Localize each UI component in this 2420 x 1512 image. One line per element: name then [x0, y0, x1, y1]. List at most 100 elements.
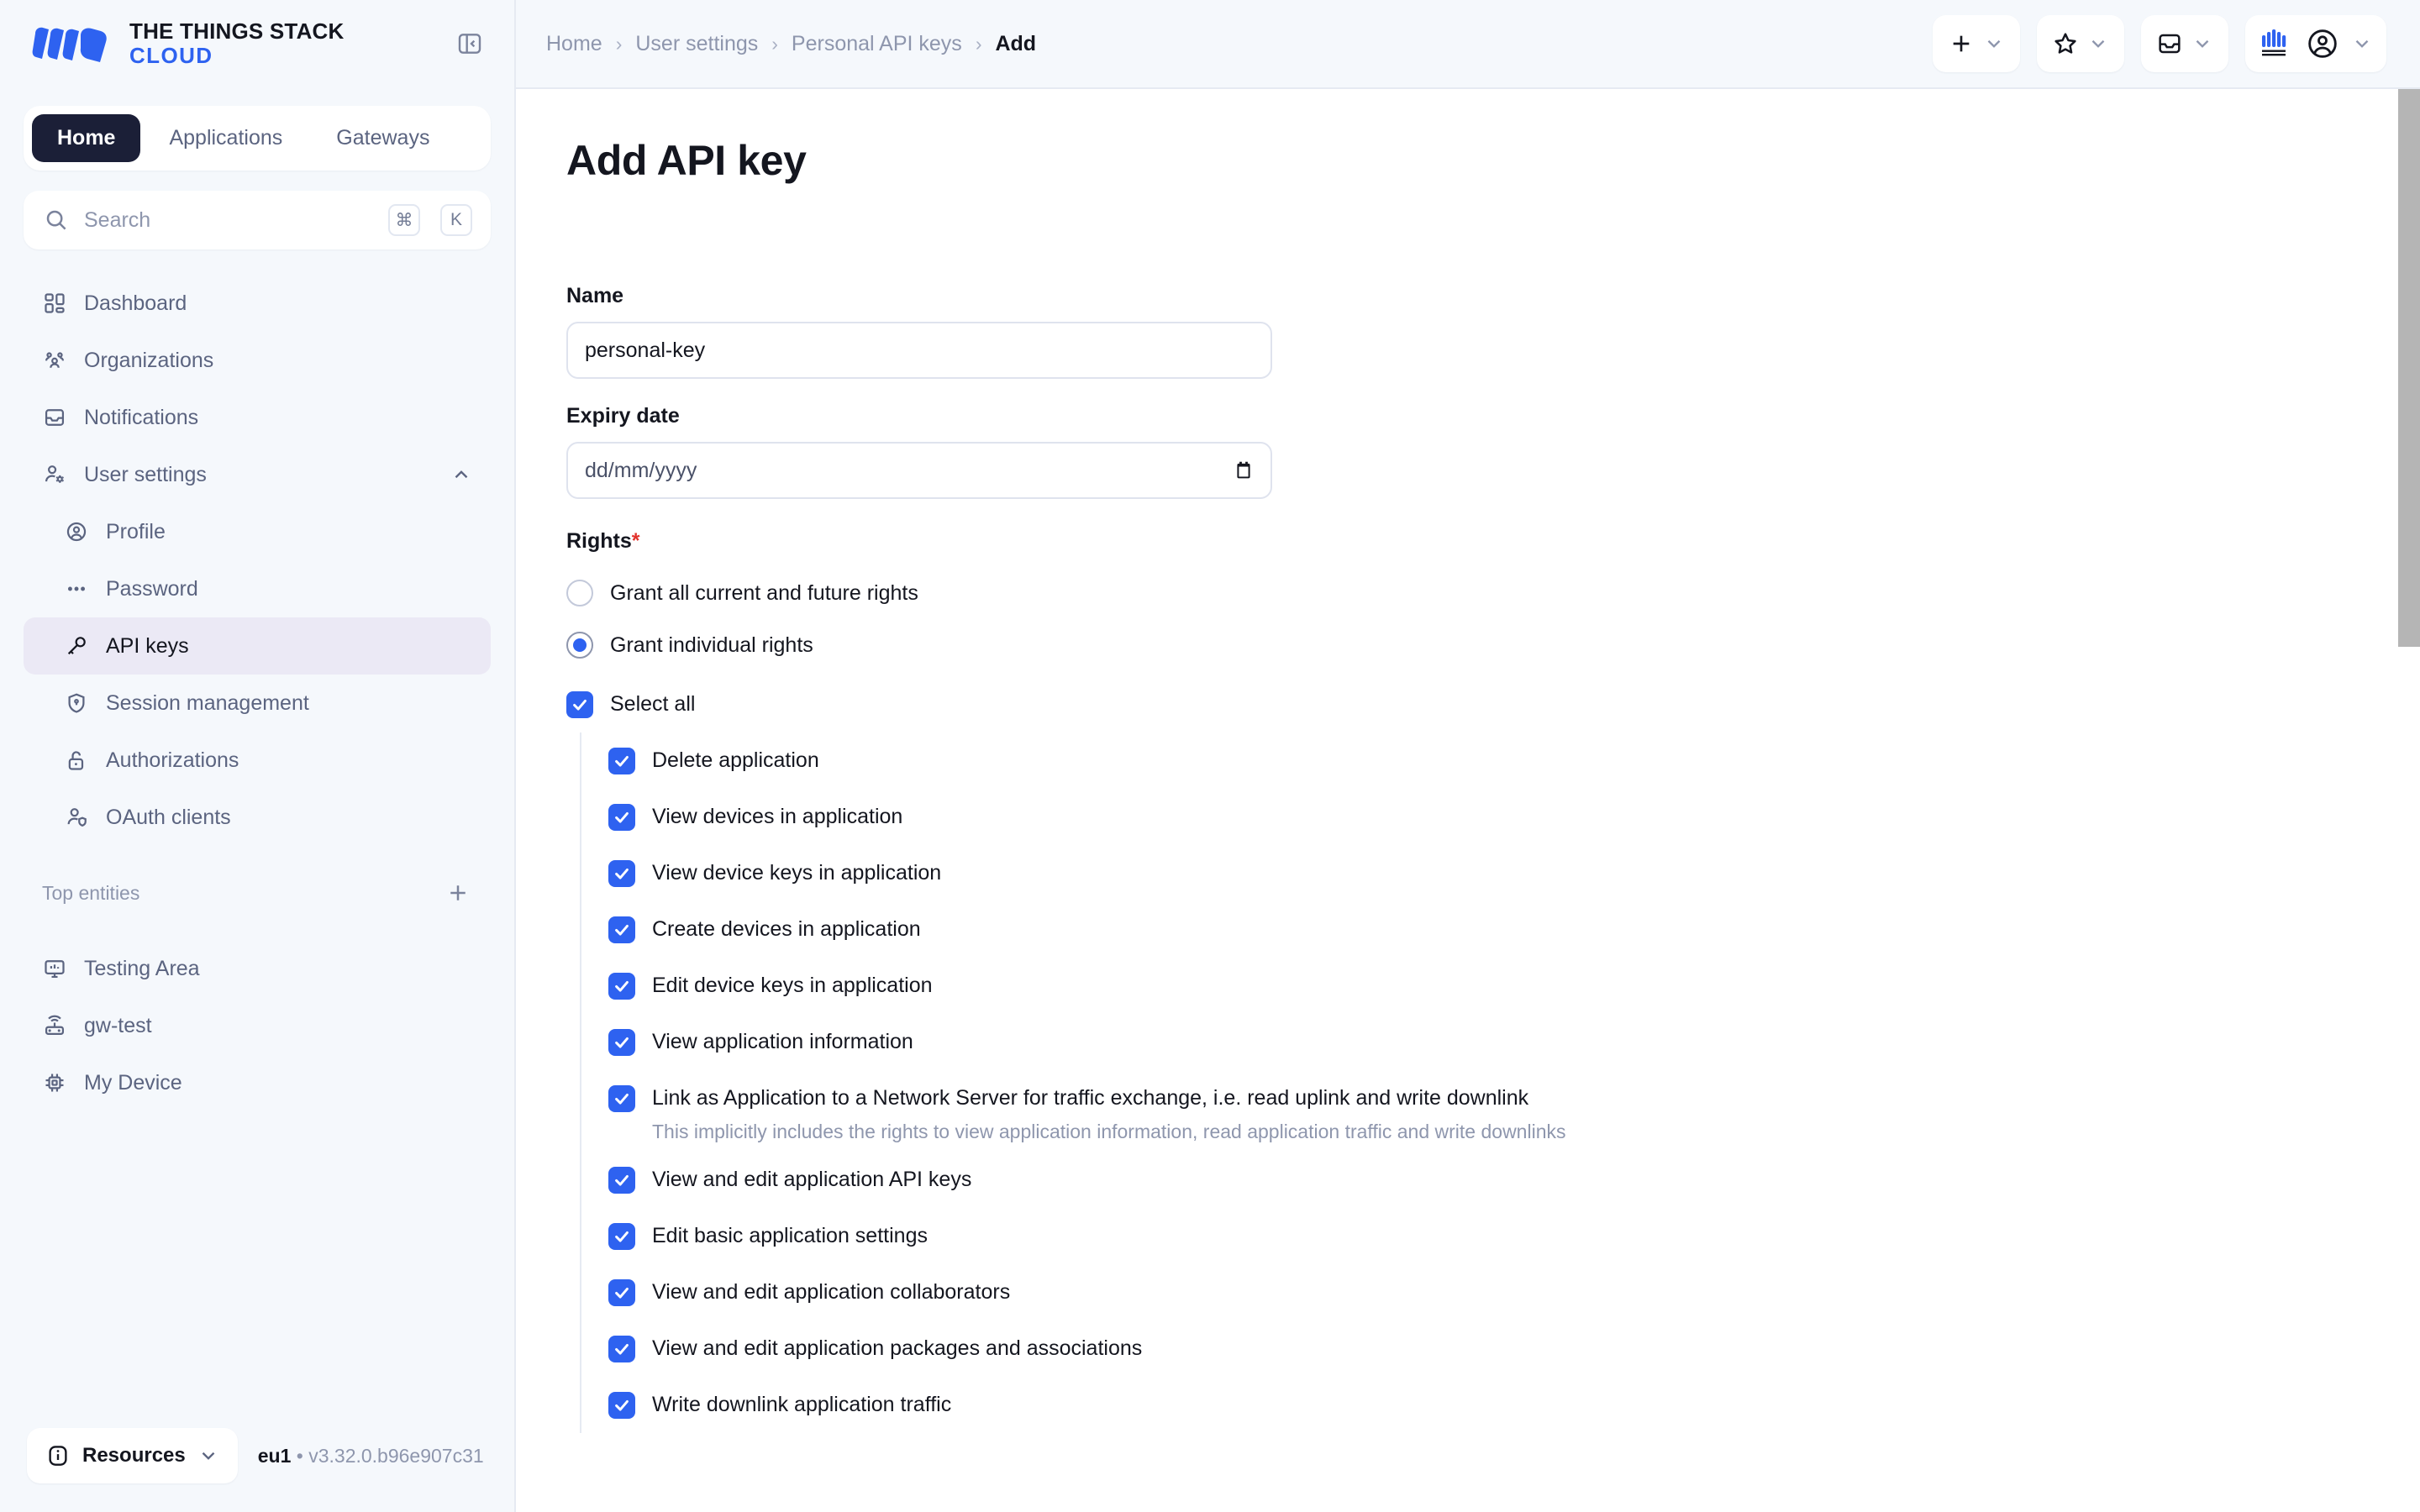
checkbox-delete-application[interactable]: Delete application: [608, 732, 2370, 789]
sidebar-item-profile[interactable]: Profile: [24, 503, 491, 560]
plus-icon: [1948, 30, 1975, 57]
panel-collapse-icon: [456, 30, 483, 57]
checkbox-view-and-edit-application-api-keys[interactable]: View and edit application API keys: [608, 1152, 2370, 1208]
page-scrollbar-track[interactable]: [2398, 89, 2420, 1512]
breadcrumb-item-user-settings[interactable]: User settings: [635, 32, 758, 56]
chevron-down-icon: [1983, 33, 2005, 55]
sidebar-item-session-management[interactable]: Session management: [24, 675, 491, 732]
checkbox-view-application-information[interactable]: View application information: [608, 1014, 2370, 1070]
sidebar-item-label: Testing Area: [84, 957, 200, 981]
bookmarks-menu-button[interactable]: [2037, 15, 2124, 72]
tab-gateways[interactable]: Gateways: [311, 114, 455, 162]
sidebar-item-testing-area[interactable]: Testing Area: [24, 940, 491, 997]
sidebar-item-my-device[interactable]: My Device: [24, 1054, 491, 1111]
checkbox-checked-icon: [566, 691, 593, 718]
brand-logo-block[interactable]: THE THINGS STACK CLOUD: [30, 19, 345, 68]
page-scrollbar-thumb[interactable]: [2398, 89, 2420, 647]
unlock-icon: [64, 748, 89, 773]
sidebar-item-notifications[interactable]: Notifications: [24, 389, 491, 446]
page-content: Add API key Name Expiry date dd/mm/yyyy: [516, 89, 2420, 1512]
search-shortcut-cmd: ⌘: [388, 204, 420, 236]
radio-grant-all-rights[interactable]: Grant all current and future rights: [566, 567, 2370, 619]
tab-applications[interactable]: Applications: [144, 114, 308, 162]
sidebar-item-label: gw-test: [84, 1014, 152, 1038]
breadcrumb-item-home[interactable]: Home: [546, 32, 602, 56]
organizations-icon: [42, 348, 67, 373]
rights-label: Rights*: [566, 529, 2370, 554]
sidebar-item-dashboard[interactable]: Dashboard: [24, 275, 491, 332]
inbox-icon: [2156, 30, 2183, 57]
version-separator: •: [297, 1445, 303, 1467]
checkbox-view-and-edit-application-packages-and-associations[interactable]: View and edit application packages and a…: [608, 1320, 2370, 1377]
checkbox-select-all[interactable]: Select all: [566, 676, 2370, 732]
checkbox-checked-icon: [608, 1223, 635, 1250]
required-marker: *: [632, 529, 640, 553]
checkbox-checked-icon: [608, 1167, 635, 1194]
checkbox-edit-basic-application-settings[interactable]: Edit basic application settings: [608, 1208, 2370, 1264]
checkbox-checked-icon: [608, 1279, 635, 1306]
shield-lock-icon: [64, 690, 89, 716]
key-icon: [64, 633, 89, 659]
sidebar-collapse-button[interactable]: [450, 24, 489, 63]
checkbox-description: This implicitly includes the rights to v…: [608, 1118, 2370, 1145]
page-title: Add API key: [566, 136, 2370, 185]
breadcrumb-item-personal-api-keys[interactable]: Personal API keys: [792, 32, 962, 56]
calendar-icon[interactable]: [1232, 459, 1255, 482]
main-area: Home › User settings › Personal API keys…: [516, 0, 2420, 1512]
checkbox-checked-icon: [608, 916, 635, 943]
checkbox-label: Link as Application to a Network Server …: [652, 1086, 1528, 1110]
sidebar-item-label: API keys: [106, 634, 189, 659]
notifications-menu-button[interactable]: [2141, 15, 2228, 72]
sidebar-item-password[interactable]: Password: [24, 560, 491, 617]
chevron-up-icon[interactable]: [450, 464, 472, 486]
sidebar-item-user-settings[interactable]: User settings: [24, 446, 491, 503]
sidebar-item-label: User settings: [84, 463, 207, 487]
expiry-date-input[interactable]: dd/mm/yyyy: [566, 442, 1272, 499]
sidebar-item-label: Profile: [106, 520, 166, 544]
sidebar-item-label: Password: [106, 577, 198, 601]
checkbox-checked-icon: [608, 1085, 635, 1112]
checkbox-view-devices-in-application[interactable]: View devices in application: [608, 789, 2370, 845]
resources-button[interactable]: Resources: [27, 1428, 238, 1483]
sidebar-item-authorizations[interactable]: Authorizations: [24, 732, 491, 789]
sidebar-item-api-keys[interactable]: API keys: [24, 617, 491, 675]
name-input[interactable]: [566, 322, 1272, 379]
add-top-entity-button[interactable]: [444, 879, 472, 907]
radio-label: Grant all current and future rights: [610, 581, 918, 606]
sidebar-item-label: Session management: [106, 691, 309, 716]
checkbox-edit-device-keys-in-application[interactable]: Edit device keys in application: [608, 958, 2370, 1014]
breadcrumb-separator: ›: [976, 33, 982, 55]
brand-text: THE THINGS STACK CLOUD: [129, 19, 345, 68]
expiry-date-placeholder: dd/mm/yyyy: [585, 459, 697, 483]
device-chip-icon: [42, 1070, 67, 1095]
checkbox-write-downlink-application-traffic[interactable]: Write downlink application traffic: [608, 1377, 2370, 1433]
radio-indicator-selected: [566, 632, 593, 659]
checkbox-checked-icon: [608, 1392, 635, 1419]
breadcrumb-separator: ›: [771, 33, 778, 55]
sidebar-item-oauth-clients[interactable]: OAuth clients: [24, 789, 491, 846]
sidebar-item-organizations[interactable]: Organizations: [24, 332, 491, 389]
add-menu-button[interactable]: [1933, 15, 2020, 72]
password-dots-icon: [64, 576, 89, 601]
version-number: v3.32.0.b96e907c31: [308, 1445, 483, 1467]
checkbox-label: Select all: [610, 692, 695, 717]
checkbox-label: View devices in application: [652, 805, 902, 829]
checkbox-view-and-edit-application-collaborators[interactable]: View and edit application collaborators: [608, 1264, 2370, 1320]
tab-home[interactable]: Home: [32, 114, 140, 162]
search-input[interactable]: Search ⌘ K: [24, 191, 491, 249]
checkbox-checked-icon: [608, 860, 635, 887]
checkbox-label: Edit basic application settings: [652, 1224, 928, 1248]
checkbox-label: View device keys in application: [652, 861, 941, 885]
sidebar-item-label: Dashboard: [84, 291, 187, 316]
sidebar-header: THE THINGS STACK CLOUD: [0, 0, 514, 87]
checkbox-create-devices-in-application[interactable]: Create devices in application: [608, 901, 2370, 958]
radio-grant-individual-rights[interactable]: Grant individual rights: [566, 619, 2370, 671]
chevron-down-icon: [2087, 33, 2109, 55]
profile-icon: [64, 519, 89, 544]
top-entities-label: Top entities: [42, 882, 139, 905]
sidebar-item-gw-test[interactable]: gw-test: [24, 997, 491, 1054]
user-account-menu-button[interactable]: [2245, 15, 2386, 72]
version-info: eu1 • v3.32.0.b96e907c31: [258, 1445, 484, 1467]
checkbox-view-device-keys-in-application[interactable]: View device keys in application: [608, 845, 2370, 901]
rights-sublist: Delete application View devices in appli…: [580, 732, 2370, 1433]
